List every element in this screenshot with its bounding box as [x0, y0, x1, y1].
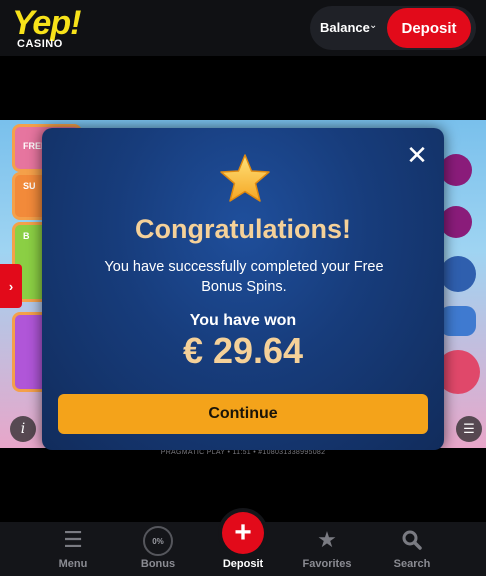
- info-icon[interactable]: i: [10, 416, 36, 442]
- header-deposit-button[interactable]: Deposit: [387, 8, 471, 48]
- menu-icon[interactable]: ☰: [456, 416, 482, 442]
- game-provider-info: PRAGMATIC PLAY • 11:51 • #10803133899508…: [160, 449, 326, 456]
- close-icon[interactable]: ✕: [404, 140, 430, 170]
- nav-item-menu[interactable]: ☰ Menu: [38, 526, 108, 572]
- nav-label-favorites: Favorites: [302, 558, 352, 570]
- chevron-down-icon[interactable]: ⌄: [369, 20, 377, 31]
- modal-message: You have successfully completed your Fre…: [104, 259, 384, 295]
- nav-label-menu: Menu: [58, 558, 88, 570]
- bonus-tile-label: B: [23, 231, 30, 241]
- hamburger-icon: ☰: [63, 527, 83, 552]
- candy-symbol: [440, 306, 476, 336]
- plum-symbol: [440, 154, 472, 186]
- yep-casino-logo[interactable]: Yep! CASINO: [12, 4, 104, 52]
- plum-symbol: [440, 206, 472, 238]
- bonus-tile-label: SU: [23, 181, 36, 191]
- nav-label-bonus: Bonus: [140, 558, 176, 570]
- nav-item-search[interactable]: Search: [377, 526, 447, 572]
- nav-label-deposit: Deposit: [222, 558, 264, 570]
- nav-item-deposit[interactable]: Deposit: [208, 526, 278, 572]
- nav-label-search: Search: [393, 558, 431, 570]
- nav-item-favorites[interactable]: ★ Favorites: [292, 526, 362, 572]
- won-label: You have won: [189, 312, 297, 329]
- logo-subtitle: CASINO: [17, 38, 63, 50]
- side-panel-toggle[interactable]: ›: [0, 264, 22, 308]
- modal-title: Congratulations!: [135, 214, 351, 244]
- bonus-progress-icon: 0%: [143, 526, 173, 556]
- search-icon: [377, 528, 447, 556]
- won-amount: € 29.64: [182, 330, 304, 371]
- balance-label[interactable]: Balance: [320, 20, 370, 35]
- logo-wordmark: Yep!: [12, 4, 81, 42]
- star-icon: [220, 154, 270, 202]
- star-icon: ★: [317, 527, 337, 552]
- candy-symbol: [440, 256, 476, 292]
- nav-item-bonus[interactable]: 0% Bonus: [123, 526, 193, 572]
- continue-button[interactable]: Continue: [58, 394, 428, 434]
